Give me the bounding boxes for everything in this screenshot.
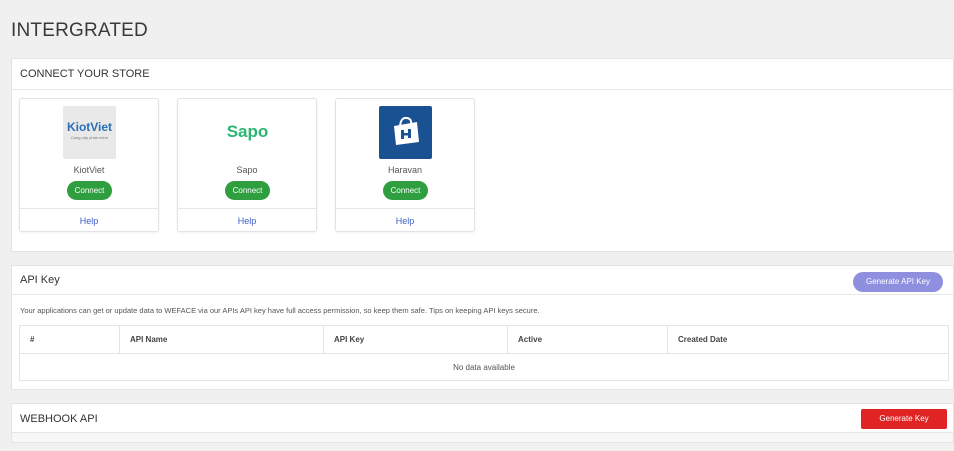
store-name: KiotViet — [73, 165, 105, 175]
store-name: Sapo — [236, 165, 258, 175]
api-key-panel: API Key Generate API Key Your applicatio… — [11, 265, 954, 390]
connect-sapo-button[interactable]: Connect — [225, 181, 270, 200]
column-header-active[interactable]: Active — [507, 325, 668, 354]
kiotviet-logo: KiotViet Cung cấp phần mềm — [63, 106, 116, 159]
api-key-description: Your applications can get or update data… — [20, 306, 540, 315]
haravan-logo — [379, 106, 432, 159]
store-card-sapo: Sapo Sapo Connect Help — [177, 98, 317, 232]
store-name: Haravan — [387, 165, 423, 175]
shopping-bag-icon — [394, 116, 419, 145]
store-card-kiotviet: KiotViet Cung cấp phần mềm KiotViet Conn… — [19, 98, 159, 232]
table-header-row: # API Name API Key Active Created Date — [19, 325, 949, 354]
empty-table-message: No data available — [19, 353, 949, 381]
help-sapo-link[interactable]: Help — [178, 208, 316, 233]
store-card-haravan: Haravan Connect Help — [335, 98, 475, 232]
webhook-api-panel: WEBHOOK API Generate Key — [11, 403, 954, 433]
help-haravan-link[interactable]: Help — [336, 208, 474, 233]
connect-haravan-button[interactable]: Connect — [383, 181, 428, 200]
connect-kiotviet-button[interactable]: Connect — [67, 181, 112, 200]
webhook-api-title: WEBHOOK API — [20, 413, 98, 425]
connect-store-panel: CONNECT YOUR STORE KiotViet Cung cấp phầ… — [11, 58, 954, 252]
column-header-api-name[interactable]: API Name — [119, 325, 324, 354]
generate-webhook-key-button[interactable]: Generate Key — [861, 409, 947, 429]
page-title: INTERGRATED — [11, 20, 148, 41]
sapo-logo: Sapo — [221, 106, 274, 159]
webhook-panel-body — [11, 433, 954, 443]
api-key-table: # API Name API Key Active Created Date N… — [19, 325, 949, 381]
column-header-created-date[interactable]: Created Date — [667, 325, 949, 354]
connect-store-title: CONNECT YOUR STORE — [12, 59, 953, 90]
column-header-api-key[interactable]: API Key — [323, 325, 508, 354]
api-key-title: API Key — [12, 266, 953, 295]
table-row: No data available — [19, 353, 949, 381]
column-header-index[interactable]: # — [19, 325, 120, 354]
help-kiotviet-link[interactable]: Help — [20, 208, 158, 233]
generate-api-key-button[interactable]: Generate API Key — [853, 272, 943, 292]
